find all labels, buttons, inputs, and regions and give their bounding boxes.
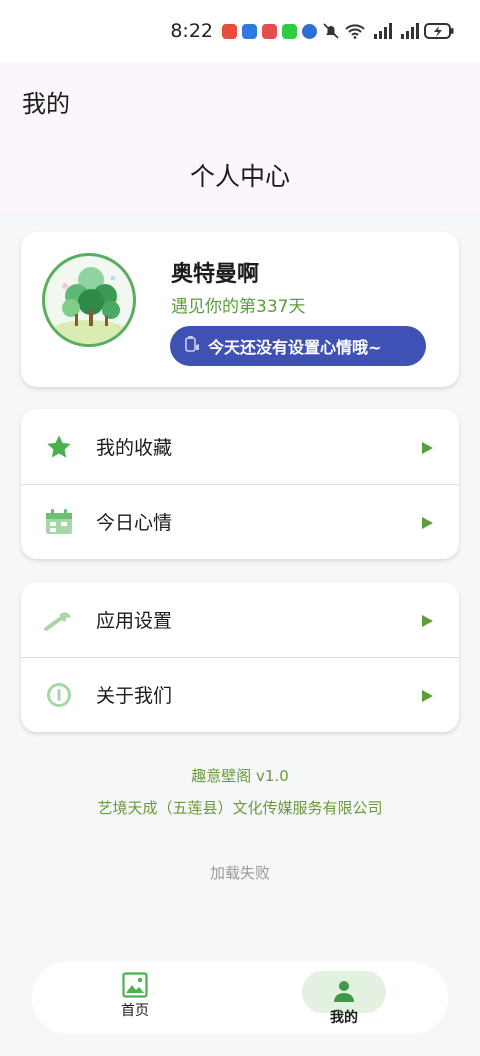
avatar-trees-illustration [51, 267, 127, 344]
menu-item-settings[interactable]: 应用设置 [21, 582, 459, 657]
menu-item-about[interactable]: 关于我们 [21, 657, 459, 732]
wechat-icon [282, 23, 297, 39]
page-subtitle: 个人中心 [189, 162, 290, 191]
notification-app-icon [302, 23, 317, 39]
menu-label: 今日心情 [96, 512, 173, 534]
info-icon [44, 680, 74, 710]
wifi-icon [345, 23, 365, 39]
mute-bell-icon [322, 22, 340, 40]
app-version: 趣意壁阁 v1.0 [191, 767, 289, 785]
arrow-right-icon [420, 688, 434, 702]
profile-card: 奥特曼啊 遇见你的第337天 今天还没有设置心情哦~ [21, 232, 459, 387]
company-name: 艺境天成（五莲县）文化传媒服务有限公司 [97, 799, 383, 817]
nav-mine-label: 我的 [330, 1010, 358, 1026]
notification-app-icon [222, 23, 237, 39]
signal-5g-icon [370, 23, 392, 39]
menu-label: 我的收藏 [96, 437, 173, 459]
menu-card-secondary: 应用设置 关于我们 [21, 582, 459, 732]
menu-label: 关于我们 [96, 685, 173, 707]
person-icon [332, 979, 356, 1007]
battery-charging-icon [424, 22, 454, 40]
bottom-navigation: 首页 我的 [32, 962, 448, 1034]
load-status-text: 加载失败 [209, 864, 270, 882]
wrench-icon [44, 605, 74, 635]
nav-home[interactable]: 首页 [102, 970, 168, 1030]
star-icon [44, 432, 74, 462]
menu-card-primary: 我的收藏 今日心情 [21, 409, 459, 559]
calendar-icon [44, 507, 74, 537]
set-mood-button[interactable]: 今天还没有设置心情哦~ [170, 326, 426, 366]
image-icon [102, 970, 168, 1000]
menu-label: 应用设置 [96, 610, 173, 632]
username: 奥特曼啊 [171, 262, 260, 287]
signal-4g-icon [397, 23, 419, 39]
nav-home-label: 首页 [121, 1003, 149, 1019]
status-bar: 8:22 [0, 0, 480, 62]
set-mood-label: 今天还没有设置心情哦~ [208, 338, 382, 357]
notification-app-icon [262, 23, 277, 39]
arrow-right-icon [420, 613, 434, 627]
arrow-right-icon [420, 440, 434, 454]
days-counter: 遇见你的第337天 [171, 297, 306, 317]
menu-item-favorites[interactable]: 我的收藏 [21, 409, 459, 484]
menu-item-today-mood[interactable]: 今日心情 [21, 484, 459, 559]
notification-app-icon [242, 23, 257, 39]
arrow-right-icon [420, 515, 434, 529]
mood-edit-icon [184, 335, 200, 357]
app-bar: 我的 个人中心 [0, 62, 480, 212]
status-time: 8:22 [170, 20, 213, 42]
avatar[interactable] [42, 253, 136, 347]
page-title: 我的 [22, 90, 70, 118]
